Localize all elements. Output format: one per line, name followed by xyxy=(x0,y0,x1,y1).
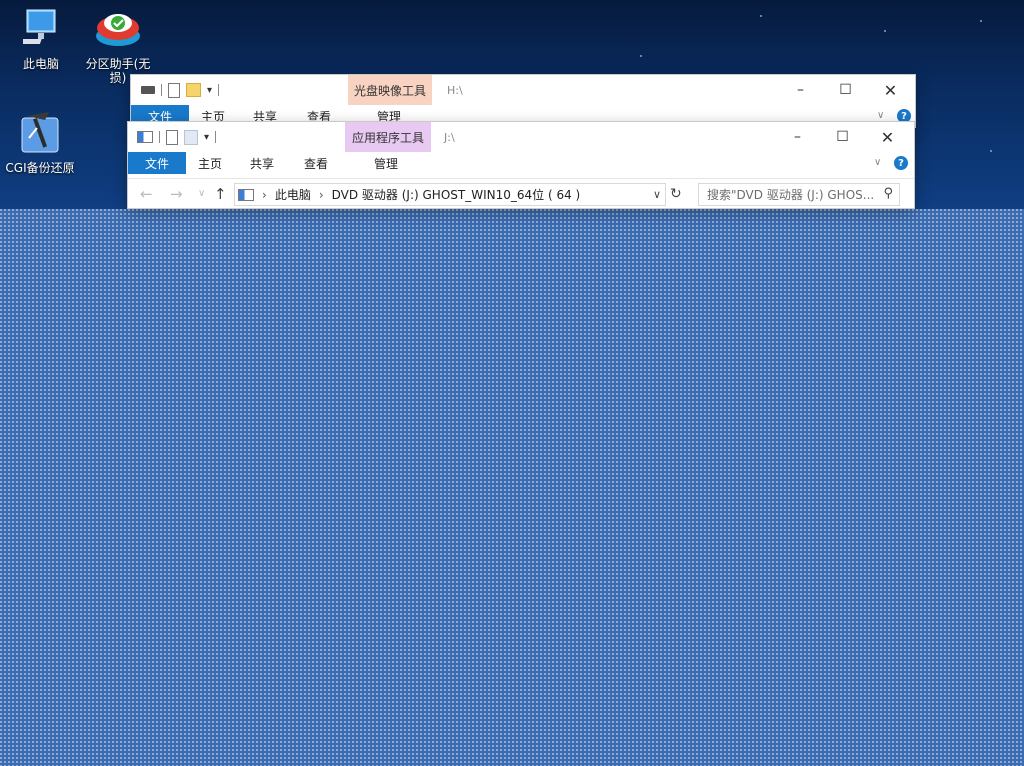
desktop-icon-partition-assistant[interactable]: 分区助手(无损) xyxy=(84,8,152,85)
maximize-button[interactable]: ☐ xyxy=(820,122,865,152)
quick-access-toolbar: ▾ xyxy=(137,129,217,145)
tab-file[interactable]: 文件 xyxy=(128,152,186,174)
wallpaper-star xyxy=(884,30,886,32)
new-folder-icon[interactable] xyxy=(186,83,201,97)
context-tab-application-tools[interactable]: 应用程序工具 xyxy=(345,122,431,152)
up-arrow-icon[interactable]: ↑ xyxy=(214,185,227,203)
minimize-button[interactable]: – xyxy=(778,75,823,105)
customize-dropdown-icon[interactable]: ▾ xyxy=(204,132,209,143)
partition-assistant-icon xyxy=(96,14,140,46)
quick-access-toolbar: ▾ xyxy=(141,82,220,98)
desktop-wallpaper-pattern xyxy=(0,209,1024,766)
computer-icon xyxy=(17,9,56,44)
tab-view[interactable]: 查看 xyxy=(304,152,328,174)
explorer-window-h[interactable]: ▾ 光盘映像工具 H:\ – ☐ ✕ 文件 主页 共享 查看 管理 ∨ ? xyxy=(131,75,915,127)
chevron-down-icon[interactable]: ∨ xyxy=(874,157,881,168)
wallpaper-star xyxy=(980,20,982,22)
tab-manage[interactable]: 管理 xyxy=(374,152,398,174)
new-folder-icon[interactable] xyxy=(184,129,198,145)
chevron-down-icon[interactable]: ∨ xyxy=(877,110,884,121)
separator xyxy=(161,84,162,96)
separator xyxy=(159,131,160,143)
tab-share[interactable]: 共享 xyxy=(250,152,274,174)
ribbon-tabs: 文件 主页 共享 查看 管理 ∨ ? xyxy=(128,152,914,174)
forward-arrow-icon[interactable]: → xyxy=(170,185,183,203)
customize-dropdown-icon[interactable]: ▾ xyxy=(207,85,212,96)
drive-icon[interactable] xyxy=(141,86,155,94)
explorer-window-j[interactable]: ▾ 应用程序工具 J:\ – ☐ ✕ 文件 主页 共享 查看 管理 ∨ ? ← … xyxy=(128,122,914,208)
breadcrumb-dvd-drive[interactable]: DVD 驱动器 (J:) GHOST_WIN10_64位 ( 64 ) xyxy=(332,186,581,203)
properties-icon[interactable] xyxy=(168,82,180,98)
breadcrumb-this-pc[interactable]: 此电脑 xyxy=(275,186,311,203)
window-title-path: J:\ xyxy=(444,131,455,144)
window-title-path: H:\ xyxy=(447,84,463,97)
desktop-icon-label: CGI备份还原 xyxy=(5,161,75,175)
search-input[interactable]: 搜索"DVD 驱动器 (J:) GHOS... ⚲ xyxy=(698,183,900,206)
minimize-button[interactable]: – xyxy=(775,122,820,152)
address-dropdown-icon[interactable]: ∨ xyxy=(653,188,661,201)
search-placeholder: 搜索"DVD 驱动器 (J:) GHOS... xyxy=(707,188,875,202)
refresh-icon[interactable]: ↻ xyxy=(670,186,682,202)
title-bar[interactable]: ▾ 光盘映像工具 H:\ – ☐ ✕ xyxy=(131,75,915,105)
close-button[interactable]: ✕ xyxy=(865,122,910,152)
wallpaper-star xyxy=(760,15,762,17)
context-tab-disc-image-tools[interactable]: 光盘映像工具 xyxy=(348,75,432,105)
cgi-backup-icon xyxy=(21,112,59,153)
breadcrumb-separator-icon[interactable]: › xyxy=(262,188,267,202)
breadcrumb-separator-icon[interactable]: › xyxy=(319,188,324,202)
help-icon[interactable]: ? xyxy=(897,109,911,123)
separator xyxy=(215,131,217,143)
recent-locations-icon[interactable]: ∨ xyxy=(198,188,205,199)
close-button[interactable]: ✕ xyxy=(868,75,913,105)
title-bar[interactable]: ▾ 应用程序工具 J:\ – ☐ ✕ xyxy=(128,122,914,152)
search-icon[interactable]: ⚲ xyxy=(883,186,893,201)
navigation-bar: ← → ∨ ↑ › 此电脑 › DVD 驱动器 (J:) GHOST_WIN10… xyxy=(128,178,914,209)
app-window-icon[interactable] xyxy=(137,131,153,143)
wallpaper-star xyxy=(990,150,992,152)
wallpaper-star xyxy=(640,55,642,57)
location-icon xyxy=(238,188,254,201)
back-arrow-icon[interactable]: ← xyxy=(140,185,153,203)
desktop-icon-this-pc[interactable]: 此电脑 xyxy=(14,8,68,71)
maximize-button[interactable]: ☐ xyxy=(823,75,868,105)
properties-icon[interactable] xyxy=(166,129,178,145)
help-icon[interactable]: ? xyxy=(894,156,908,170)
tab-home[interactable]: 主页 xyxy=(198,152,222,174)
separator xyxy=(218,84,220,96)
address-bar[interactable]: › 此电脑 › DVD 驱动器 (J:) GHOST_WIN10_64位 ( 6… xyxy=(234,183,666,206)
desktop-icon-label: 此电脑 xyxy=(22,57,59,71)
desktop-icon-cgi-backup[interactable]: CGI备份还原 xyxy=(4,110,76,175)
